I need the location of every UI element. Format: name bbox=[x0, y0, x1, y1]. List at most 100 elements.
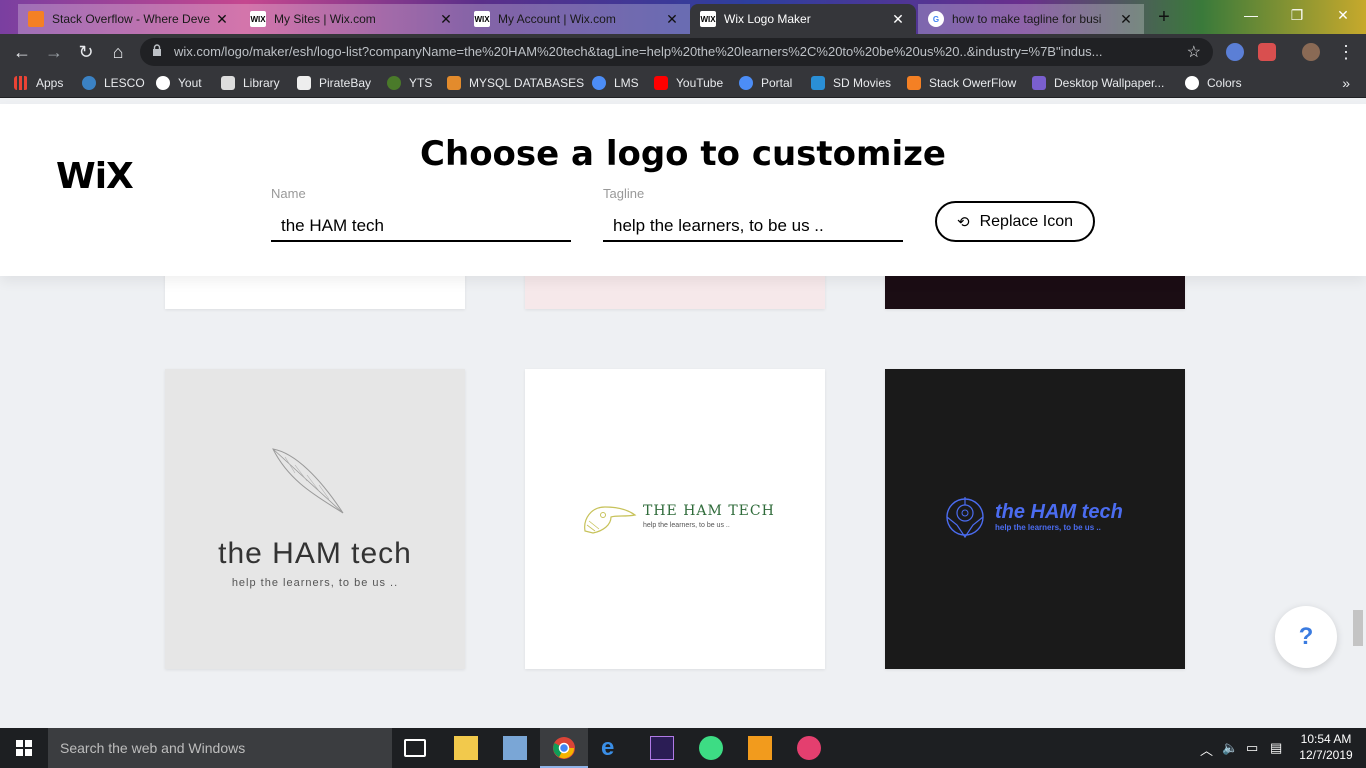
windows-taskbar: Search the web and Windows e ︿ 🔈 ▭ ▤ 10:… bbox=[0, 728, 1366, 768]
system-clock[interactable]: 10:54 AM 12/7/2019 bbox=[1296, 731, 1356, 763]
lock-icon bbox=[153, 44, 161, 56]
close-tab-icon[interactable]: ✕ bbox=[664, 11, 680, 28]
wix-icon: WIX bbox=[474, 11, 490, 27]
bookmark-colors[interactable]: Colors bbox=[1185, 76, 1242, 90]
help-button[interactable]: ? bbox=[1275, 606, 1337, 668]
bookmark-stack-overflow[interactable]: Stack OwerFlow bbox=[907, 76, 1016, 90]
home-icon[interactable]: ⌂ bbox=[106, 40, 130, 64]
bookmark-label: Desktop Wallpaper... bbox=[1054, 76, 1165, 90]
task-view-icon[interactable] bbox=[404, 739, 426, 757]
logo-company-name: the HAM tech bbox=[218, 537, 412, 570]
address-bar[interactable]: wix.com/logo/maker/esh/logo-list?company… bbox=[140, 38, 1213, 66]
clock-time: 10:54 AM bbox=[1300, 732, 1352, 746]
wix-icon: WIX bbox=[700, 11, 716, 27]
tab-stackoverflow[interactable]: Stack Overflow - Where Deve ✕ bbox=[18, 4, 240, 34]
bookmark-label: MYSQL DATABASES bbox=[469, 76, 585, 90]
apps-grid-icon bbox=[14, 76, 28, 90]
colors-icon bbox=[1185, 76, 1199, 90]
tab-my-account[interactable]: WIX My Account | Wix.com ✕ bbox=[464, 4, 690, 34]
replace-icon-button[interactable]: ⟲ Replace Icon bbox=[935, 201, 1095, 242]
app-oo-icon[interactable] bbox=[797, 736, 821, 760]
tab-title: Stack Overflow - Where Deve bbox=[52, 12, 211, 26]
bookmark-lms[interactable]: LMS bbox=[592, 76, 639, 90]
notifications-icon[interactable]: ▤ bbox=[1270, 740, 1282, 756]
bookmark-yout[interactable]: Yout bbox=[156, 76, 202, 90]
shield-extension-icon[interactable] bbox=[1258, 43, 1276, 61]
mysql-icon bbox=[447, 76, 461, 90]
virtualbox-icon[interactable] bbox=[503, 736, 527, 760]
tagline-input[interactable]: help the learners, to be us .. bbox=[603, 210, 903, 242]
bookmark-portal[interactable]: Portal bbox=[739, 76, 792, 90]
bookmark-yts[interactable]: YTS bbox=[387, 76, 432, 90]
tab-wix-logo-maker[interactable]: WIX Wix Logo Maker ✕ bbox=[690, 4, 916, 34]
back-icon[interactable]: ← bbox=[10, 40, 34, 64]
restore-icon[interactable]: ❐ bbox=[1274, 0, 1320, 30]
tab-title: how to make tagline for busi bbox=[952, 12, 1102, 26]
bookmark-piratebay[interactable]: PirateBay bbox=[297, 76, 371, 90]
file-explorer-icon[interactable] bbox=[454, 736, 478, 760]
minimize-icon[interactable]: — bbox=[1228, 0, 1274, 30]
forward-icon[interactable]: → bbox=[42, 40, 66, 64]
swap-arrows-icon: ⟲ bbox=[957, 213, 970, 231]
volume-icon[interactable]: 🔈 bbox=[1222, 740, 1238, 756]
tribal-emblem-icon bbox=[946, 497, 984, 539]
bookmark-label: SD Movies bbox=[833, 76, 892, 90]
close-tab-icon[interactable]: ✕ bbox=[438, 11, 454, 28]
close-tab-icon[interactable]: ✕ bbox=[214, 11, 230, 28]
logo-tagline: help the learners, to be us .. bbox=[995, 523, 1101, 532]
stackoverflow-icon bbox=[907, 76, 921, 90]
browser-toolbar: ← → ↻ ⌂ wix.com/logo/maker/esh/logo-list… bbox=[0, 34, 1366, 70]
android-studio-icon[interactable] bbox=[699, 736, 723, 760]
chevron-up-icon[interactable]: ︿ bbox=[1200, 740, 1213, 759]
close-tab-icon[interactable]: ✕ bbox=[890, 11, 906, 28]
lms-icon bbox=[592, 76, 606, 90]
taskbar-search-box[interactable]: Search the web and Windows bbox=[48, 728, 392, 768]
bookmark-lesco[interactable]: LESCO bbox=[82, 76, 145, 90]
tab-google-search[interactable]: G how to make tagline for busi ✕ bbox=[918, 4, 1144, 34]
bookmark-label: Colors bbox=[1207, 76, 1242, 90]
bookmark-label: PirateBay bbox=[319, 76, 372, 90]
bookmark-label: Apps bbox=[36, 76, 64, 90]
new-tab-button[interactable]: + bbox=[1153, 6, 1175, 28]
scrollbar-thumb[interactable] bbox=[1353, 610, 1363, 646]
sublime-text-icon[interactable] bbox=[748, 736, 772, 760]
page-title: Choose a logo to customize bbox=[420, 134, 946, 174]
name-label: Name bbox=[271, 186, 306, 201]
bookmark-label: YTS bbox=[409, 76, 433, 90]
bookmark-star-icon[interactable]: ☆ bbox=[1187, 42, 1201, 62]
profile-avatar[interactable] bbox=[1302, 43, 1320, 61]
edge-icon[interactable]: e bbox=[601, 736, 625, 760]
logo-tagline: help the learners, to be us .. bbox=[643, 522, 730, 529]
menu-kebab-icon[interactable]: ⋮ bbox=[1334, 40, 1358, 64]
chrome-taskbar-button[interactable] bbox=[540, 728, 588, 768]
logo-card[interactable]: THE HAM TECH help the learners, to be us… bbox=[525, 369, 825, 669]
toucan-bird-icon bbox=[584, 506, 637, 534]
bookmark-desktop-wallpaper[interactable]: Desktop Wallpaper... bbox=[1032, 76, 1164, 90]
bookmark-label: Stack OwerFlow bbox=[929, 76, 1017, 90]
bookmark-mysql[interactable]: MYSQL DATABASES bbox=[447, 76, 584, 90]
logo-company-name: THE HAM TECH bbox=[643, 503, 775, 519]
page-content: WiX Choose a logo to customize Name the … bbox=[0, 98, 1366, 728]
sd-movies-icon bbox=[811, 76, 825, 90]
google-icon: G bbox=[928, 11, 944, 27]
bookmark-library[interactable]: Library bbox=[221, 76, 280, 90]
wallpaper-icon bbox=[1032, 76, 1046, 90]
name-input[interactable]: the HAM tech bbox=[271, 210, 571, 242]
reload-icon[interactable]: ↻ bbox=[74, 40, 98, 64]
bookmark-sd-movies[interactable]: SD Movies bbox=[811, 76, 891, 90]
close-tab-icon[interactable]: ✕ bbox=[1118, 11, 1134, 28]
logo-card[interactable]: the HAM tech help the learners, to be us… bbox=[885, 369, 1185, 669]
close-window-icon[interactable]: ✕ bbox=[1320, 0, 1366, 30]
bookmarks-overflow-icon[interactable]: » bbox=[1342, 75, 1350, 91]
bookmark-youtube[interactable]: YouTube bbox=[654, 76, 723, 90]
start-button[interactable] bbox=[0, 728, 48, 768]
phpstorm-icon[interactable] bbox=[650, 736, 674, 760]
tab-my-sites[interactable]: WIX My Sites | Wix.com ✕ bbox=[240, 4, 464, 34]
logo-tagline: help the learners, to be us .. bbox=[231, 577, 399, 589]
bookmark-apps[interactable]: Apps bbox=[14, 76, 63, 90]
windows-logo-icon bbox=[16, 740, 32, 756]
extension-icon[interactable] bbox=[1226, 43, 1244, 61]
wix-icon: WIX bbox=[250, 11, 266, 27]
network-icon[interactable]: ▭ bbox=[1246, 740, 1258, 756]
logo-card[interactable]: the HAM tech help the learners, to be us… bbox=[165, 369, 465, 669]
